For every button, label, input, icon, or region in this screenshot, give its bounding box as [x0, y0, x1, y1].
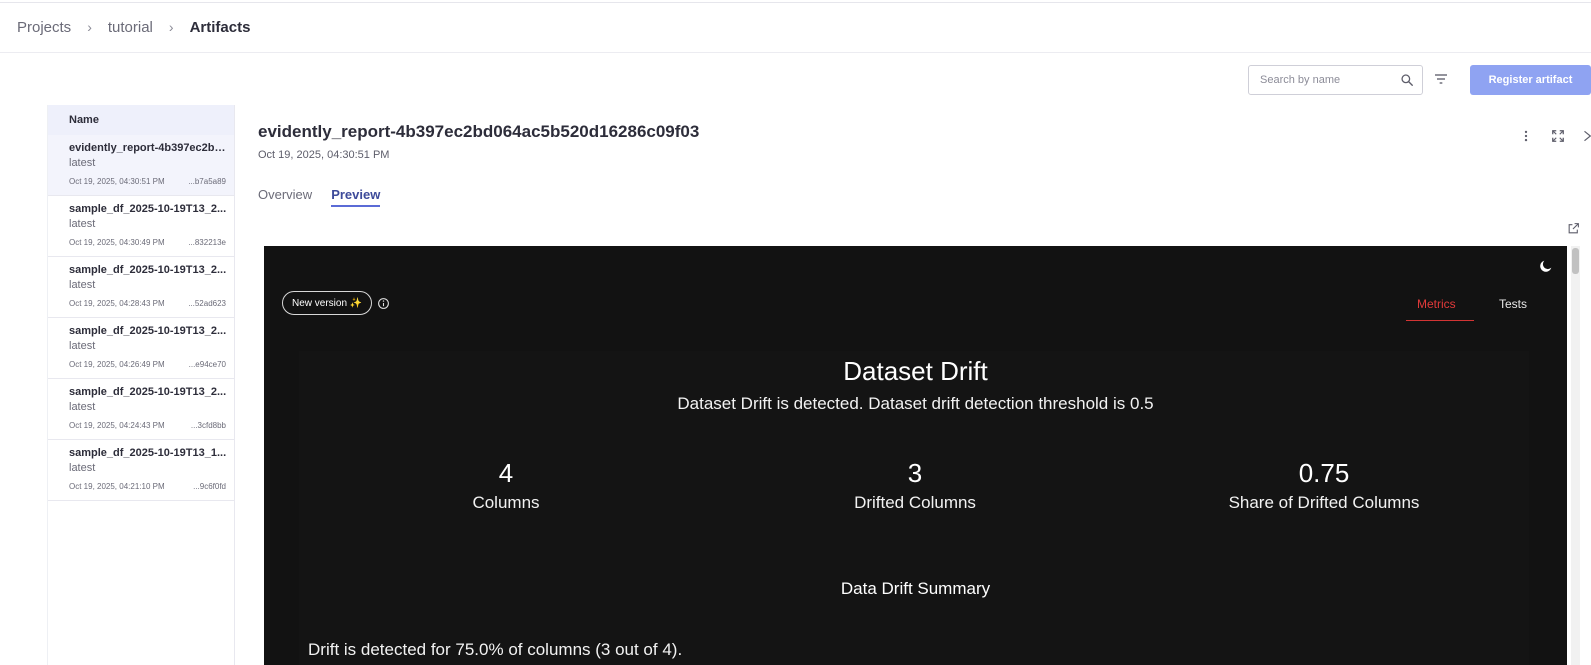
- external-link-icon[interactable]: [1565, 220, 1581, 236]
- item-hash: ...3cfd8bb: [190, 421, 226, 430]
- detail-tabs: Overview Preview: [258, 187, 399, 207]
- search-input[interactable]: [1260, 74, 1390, 86]
- item-name: sample_df_2025-10-19T13_2...: [69, 325, 227, 337]
- report-tab-metrics[interactable]: Metrics: [1417, 297, 1456, 311]
- data-drift-summary-title: Data Drift Summary: [840, 579, 991, 598]
- list-left-border: [47, 105, 48, 665]
- list-item[interactable]: sample_df_2025-10-19T13_2... latest Oct …: [47, 257, 234, 318]
- scrollbar-thumb[interactable]: [1572, 248, 1579, 274]
- stat-label: Columns: [472, 493, 540, 512]
- item-name: sample_df_2025-10-19T13_1...: [69, 447, 227, 459]
- item-hash: ...832213e: [188, 238, 226, 247]
- item-name: sample_df_2025-10-19T13_2...: [69, 386, 227, 398]
- tab-preview[interactable]: Preview: [331, 187, 381, 207]
- fullscreen-icon[interactable]: [1548, 126, 1568, 146]
- breadcrumb-artifacts: Artifacts: [189, 18, 251, 36]
- stat-value: 3: [907, 458, 923, 488]
- report-scrollbar[interactable]: [1571, 246, 1580, 665]
- metrics-tab-indicator: [1406, 320, 1474, 321]
- item-tag: latest: [69, 279, 96, 291]
- search-icon[interactable]: [1400, 73, 1414, 87]
- artifact-date: Oct 19, 2025, 04:30:51 PM: [258, 149, 390, 161]
- item-tag: latest: [69, 218, 96, 230]
- item-date: Oct 19, 2025, 04:24:43 PM: [69, 421, 165, 430]
- item-hash: ...9c6f0fd: [193, 482, 226, 491]
- breadcrumb-tutorial[interactable]: tutorial: [108, 19, 153, 36]
- item-hash: ...52ad623: [188, 299, 226, 308]
- item-date: Oct 19, 2025, 04:28:43 PM: [69, 299, 165, 308]
- list-header-name[interactable]: Name: [47, 105, 234, 135]
- stat-share-drifted: 0.75 Share of Drifted Columns: [1134, 458, 1514, 513]
- search-box[interactable]: [1248, 65, 1423, 95]
- item-hash: ...b7a5a89: [188, 177, 226, 186]
- item-date: Oct 19, 2025, 04:21:10 PM: [69, 482, 165, 491]
- list-item[interactable]: sample_df_2025-10-19T13_1... latest Oct …: [47, 440, 234, 501]
- header-divider: [0, 52, 1591, 53]
- item-date: Oct 19, 2025, 04:30:49 PM: [69, 238, 165, 247]
- item-name: sample_df_2025-10-19T13_2...: [69, 264, 227, 276]
- dataset-drift-subtitle: Dataset Drift is detected. Dataset drift…: [677, 394, 1154, 413]
- register-artifact-button[interactable]: Register artifact: [1470, 65, 1591, 95]
- close-icon[interactable]: [1578, 126, 1591, 146]
- stat-value: 4: [498, 458, 514, 488]
- item-date: Oct 19, 2025, 04:30:51 PM: [69, 177, 165, 186]
- chevron-right-icon: ›: [168, 19, 174, 35]
- report-tab-tests[interactable]: Tests: [1499, 297, 1527, 311]
- item-name: sample_df_2025-10-19T13_2...: [69, 203, 227, 215]
- breadcrumb: Projects › tutorial › Artifacts: [17, 16, 250, 38]
- item-tag: latest: [69, 157, 96, 169]
- stat-label: Share of Drifted Columns: [1228, 493, 1420, 512]
- artifact-list: Name evidently_report-4b397ec2bd064ac5b5…: [47, 105, 235, 665]
- stat-columns: 4 Columns: [316, 458, 696, 513]
- breadcrumb-projects[interactable]: Projects: [17, 19, 71, 36]
- item-tag: latest: [69, 462, 96, 474]
- tab-overview[interactable]: Overview: [258, 187, 312, 207]
- stat-value: 0.75: [1298, 458, 1350, 488]
- item-tag: latest: [69, 340, 96, 352]
- new-version-button[interactable]: New version ✨: [282, 291, 373, 315]
- report-preview: New version ✨ Metrics Tests Dataset Drif…: [264, 246, 1567, 665]
- list-item[interactable]: sample_df_2025-10-19T13_2... latest Oct …: [47, 196, 234, 257]
- artifact-title: evidently_report-4b397ec2bd064ac5b520d16…: [258, 122, 700, 141]
- dataset-drift-title: Dataset Drift: [843, 356, 988, 386]
- moon-icon[interactable]: [1538, 258, 1556, 276]
- stat-drifted-columns: 3 Drifted Columns: [725, 458, 1105, 513]
- item-name: evidently_report-4b397ec2bd064ac5b520d16…: [69, 142, 227, 154]
- item-tag: latest: [69, 401, 96, 413]
- detail-actions: [1516, 126, 1591, 146]
- filter-icon[interactable]: [1430, 68, 1452, 90]
- chevron-right-icon: ›: [87, 19, 92, 35]
- list-item[interactable]: sample_df_2025-10-19T13_2... latest Oct …: [47, 318, 234, 379]
- stat-label: Drifted Columns: [854, 493, 976, 512]
- item-hash: ...e94ce70: [188, 360, 226, 369]
- more-vertical-icon[interactable]: [1516, 126, 1536, 146]
- list-item[interactable]: sample_df_2025-10-19T13_2... latest Oct …: [47, 379, 234, 440]
- list-item[interactable]: evidently_report-4b397ec2bd064ac5b520d16…: [47, 135, 234, 196]
- top-border: [0, 2, 1591, 3]
- info-icon[interactable]: [377, 297, 390, 310]
- drift-summary-text: Drift is detected for 75.0% of columns (…: [308, 640, 683, 659]
- item-date: Oct 19, 2025, 04:26:49 PM: [69, 360, 165, 369]
